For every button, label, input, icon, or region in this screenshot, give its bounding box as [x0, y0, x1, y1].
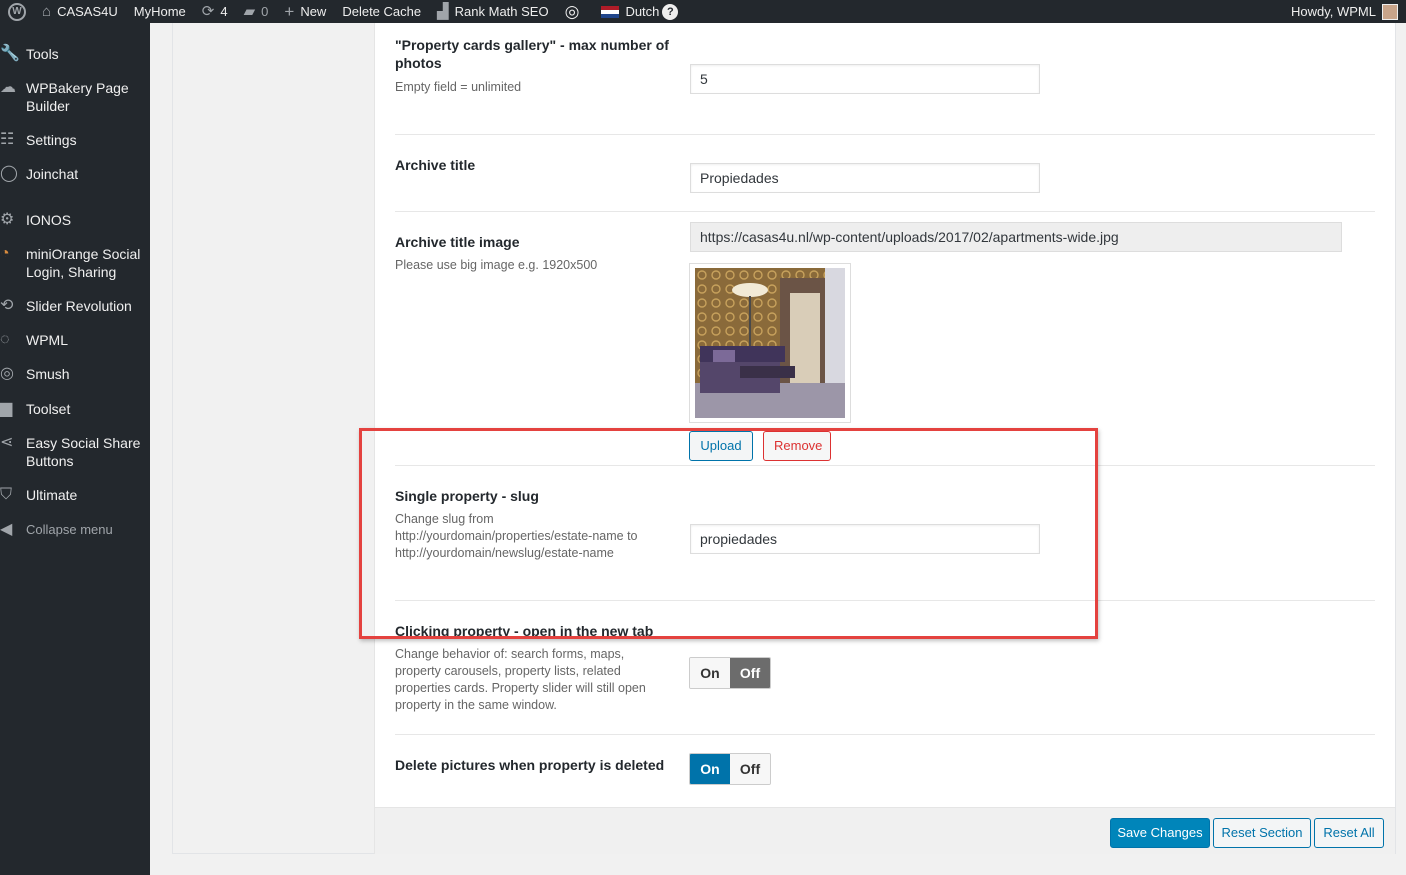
gallery-max-desc: Empty field = unlimited [395, 80, 522, 94]
avatar [1382, 3, 1398, 20]
archive-image-url-input[interactable] [690, 222, 1342, 252]
sidebar-item-ultimate[interactable]: ⛉ Ultimate [0, 486, 150, 504]
delete-pictures-off-option[interactable]: Off [730, 754, 770, 784]
delete-pictures-on-option[interactable]: On [690, 754, 730, 784]
sidebar-item-toolset[interactable]: ▆ Toolset [0, 400, 150, 418]
sidebar-item-miniorange[interactable]: ◔ miniOrange Social Login, Sharing [0, 245, 150, 281]
comments-menu[interactable]: ▰ 0 [236, 0, 277, 23]
rank-math-icon: ▟ [437, 3, 449, 20]
whatsapp-icon: ◯ [0, 165, 18, 182]
updates-menu[interactable]: ⟳ 4 [194, 0, 236, 23]
myhome-label: MyHome [133, 4, 186, 19]
room-photo-image [695, 268, 845, 418]
sidebar-item-tools[interactable]: 🔧 Tools [0, 45, 150, 63]
language-switcher[interactable]: Dutch ? [593, 0, 686, 23]
save-changes-button[interactable]: Save Changes [1110, 818, 1210, 848]
archive-image-desc: Please use big image e.g. 1920x500 [395, 258, 598, 272]
updates-icon: ⟳ [201, 3, 215, 20]
myhome-menu[interactable]: MyHome [126, 0, 194, 23]
gear-icon: ⚙ [0, 211, 15, 228]
delete-cache-menu[interactable]: Delete Cache [334, 0, 429, 23]
wpml-icon: ◌ [0, 331, 10, 348]
wrench-icon: 🔧 [0, 45, 20, 62]
archive-image-preview [689, 263, 851, 423]
sidebar-item-slider-revolution[interactable]: ⟲ Slider Revolution [0, 297, 150, 315]
language-label: Dutch [625, 4, 660, 19]
rank-math-label: Rank Math SEO [454, 4, 549, 19]
my-account-menu[interactable]: Howdy, WPML [1283, 0, 1406, 23]
query-icon: ◎ [564, 2, 580, 21]
smush-icon: ◎ [0, 365, 14, 382]
sliders-icon: ☷ [0, 131, 15, 148]
sidebar-item-ionos[interactable]: ⚙ IONOS [0, 211, 150, 229]
comments-count: 0 [261, 4, 269, 19]
new-tab-on-option[interactable]: On [690, 658, 730, 688]
refresh-icon: ⟲ [0, 297, 14, 314]
options-section-nav [173, 23, 374, 807]
miniorange-icon: ◔ [0, 245, 10, 262]
toolset-icon: ▆ [0, 400, 13, 417]
sidebar-item-joinchat[interactable]: ◯ Joinchat [0, 165, 150, 183]
sidebar-item-wpml[interactable]: ◌ WPML [0, 331, 150, 349]
rank-math-menu[interactable]: ▟ Rank Math SEO [429, 0, 556, 23]
sidebar-item-easy-social-share[interactable]: ⋖ Easy Social Share Buttons [0, 434, 150, 470]
new-label: New [300, 4, 327, 19]
divider [395, 134, 1375, 135]
remove-image-button[interactable]: Remove [763, 431, 831, 461]
plus-icon: + [284, 2, 295, 21]
site-name: CASAS4U [57, 4, 118, 19]
sidebar-item-wpbakery[interactable]: ☁ WPBakery Page Builder [0, 79, 150, 115]
archive-title-label: Archive title [395, 157, 476, 173]
delete-pictures-title: Delete pictures when property is deleted [395, 757, 665, 773]
howdy-label: Howdy, WPML [1291, 4, 1376, 19]
new-content-menu[interactable]: + New [276, 0, 334, 23]
new-tab-off-option[interactable]: Off [730, 658, 770, 688]
home-icon: ⌂ [42, 3, 52, 20]
wordpress-logo-icon: W [8, 2, 26, 21]
divider [395, 211, 1375, 212]
site-name-menu[interactable]: ⌂ CASAS4U [34, 0, 126, 23]
gallery-max-title: "Property cards gallery" - max number of… [395, 37, 669, 71]
single-slug-desc: Change slug from http://yourdomain/prope… [395, 512, 638, 560]
delete-pictures-toggle[interactable]: On Off [689, 753, 771, 785]
single-slug-title: Single property - slug [395, 488, 539, 504]
share-icon: ⋖ [0, 434, 14, 451]
reset-section-button[interactable]: Reset Section [1213, 818, 1311, 848]
archive-image-title: Archive title image [395, 234, 520, 250]
comment-icon: ▰ [243, 3, 256, 20]
cloud-icon: ☁ [0, 79, 16, 96]
single-slug-input[interactable] [690, 524, 1040, 554]
reset-all-button[interactable]: Reset All [1314, 818, 1384, 848]
delete-cache-label: Delete Cache [342, 4, 422, 19]
updates-count: 4 [220, 4, 228, 19]
divider [395, 734, 1375, 735]
help-icon[interactable]: ? [662, 3, 679, 20]
divider [395, 465, 1375, 466]
sidebar-item-smush[interactable]: ◎ Smush [0, 365, 150, 383]
admin-bar: W ⌂ CASAS4U MyHome ⟳ 4 ▰ 0 + New Delete … [0, 0, 1406, 23]
query-monitor-menu[interactable]: ◎ [557, 0, 594, 23]
new-tab-toggle[interactable]: On Off [689, 657, 771, 689]
new-tab-title: Clicking property - open in the new tab [395, 623, 654, 639]
gallery-max-input[interactable] [690, 64, 1040, 94]
archive-title-input[interactable] [690, 163, 1040, 193]
collapse-arrow-icon: ◀ [0, 521, 13, 538]
wordpress-logo-menu[interactable]: W [0, 0, 34, 23]
collapse-menu-button[interactable]: ◀ Collapse menu [0, 521, 150, 539]
divider [395, 600, 1375, 601]
upload-image-button[interactable]: Upload [689, 431, 753, 461]
new-tab-desc: Change behavior of: search forms, maps, … [395, 647, 646, 712]
shield-icon: ⛉ [0, 486, 13, 503]
dutch-flag-icon [601, 5, 620, 18]
sidebar-item-settings[interactable]: ☷ Settings [0, 131, 150, 149]
